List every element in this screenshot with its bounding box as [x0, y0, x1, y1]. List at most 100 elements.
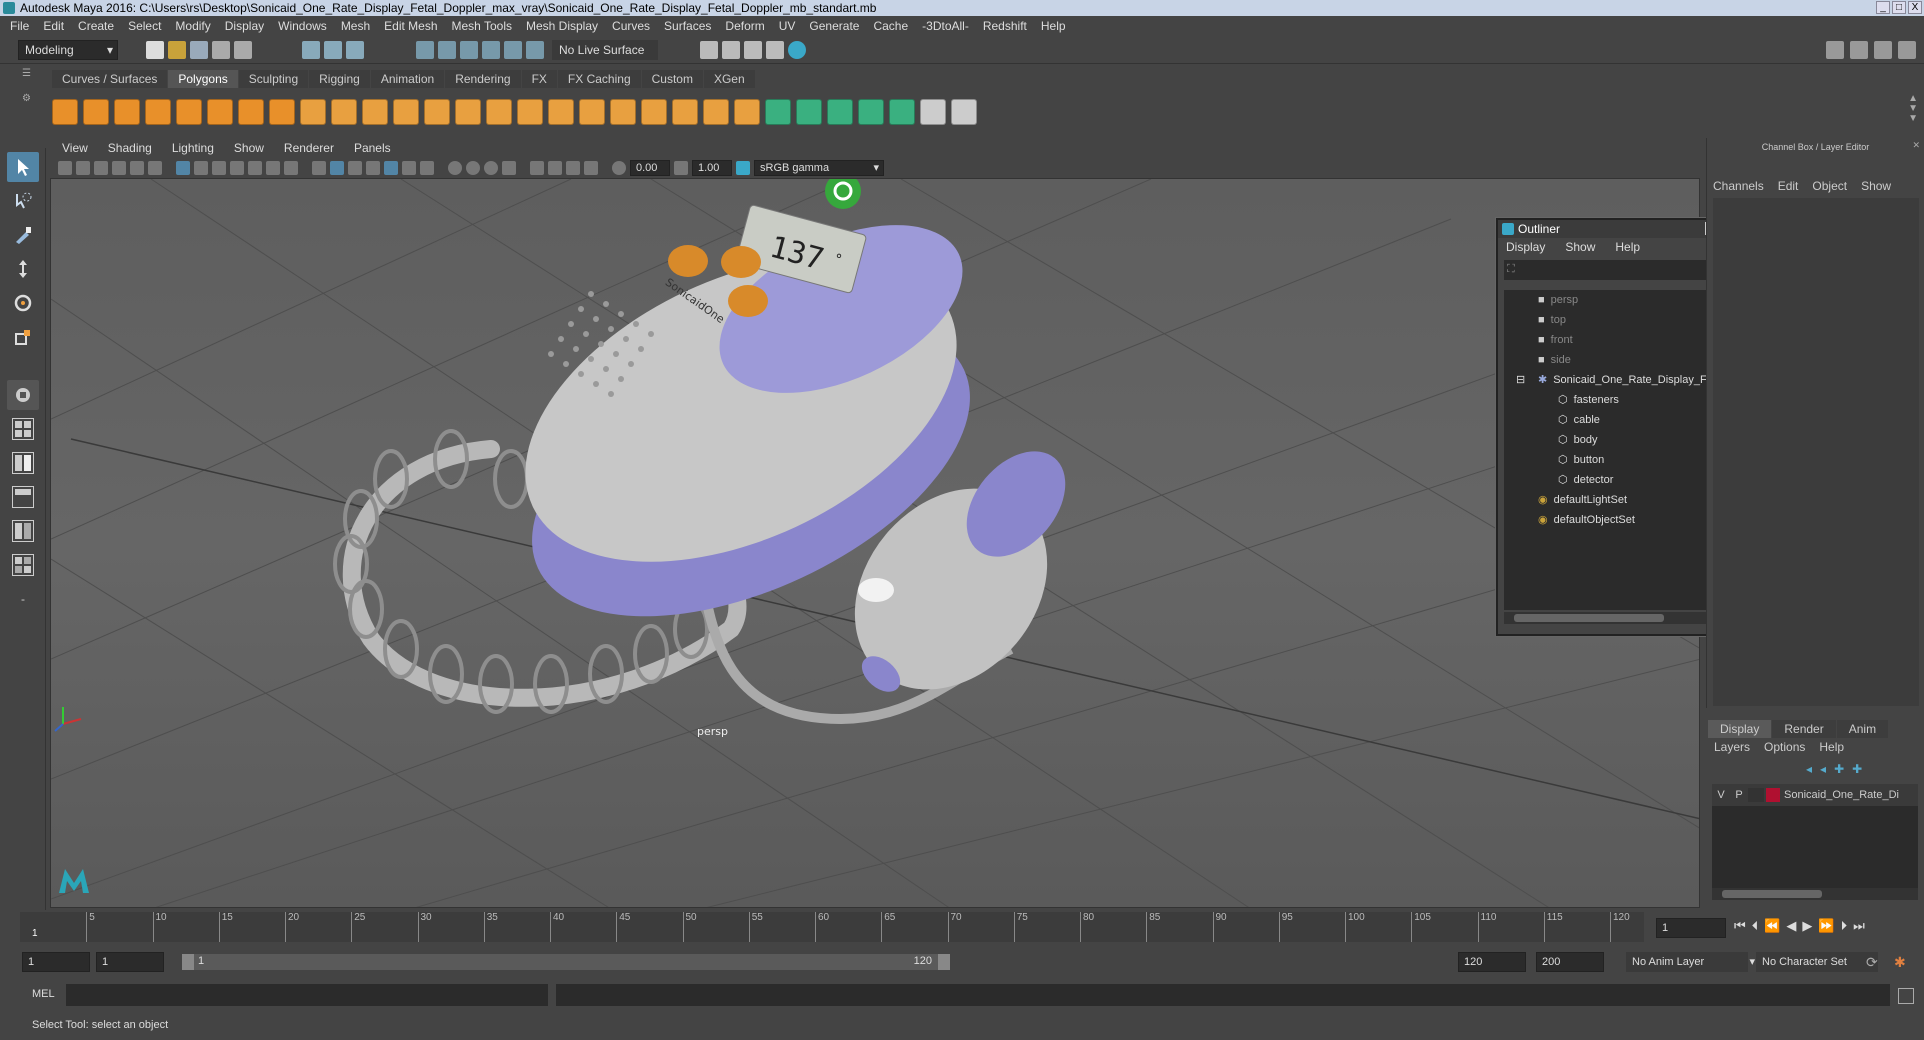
shelf-tab-animation[interactable]: Animation [370, 70, 445, 88]
layer-menu-help[interactable]: Help [1819, 740, 1844, 754]
move-layer-up-icon[interactable]: ◂ [1806, 762, 1812, 776]
shelf-tool-2-icon[interactable] [83, 99, 109, 125]
magnet-icon[interactable] [526, 41, 544, 59]
save-scene-icon[interactable] [190, 41, 208, 59]
channel-box-menu-channels[interactable]: Channels [1713, 179, 1764, 193]
perspective-viewport[interactable]: 137 ° SonicaidOne persp [50, 178, 1700, 908]
script-editor-icon[interactable] [1898, 988, 1914, 1004]
shelf-tool-13-icon[interactable] [424, 99, 450, 125]
playback-start-field[interactable]: 1 [96, 952, 164, 972]
command-language-label[interactable]: MEL [32, 988, 55, 1000]
shelf-tab-xgen[interactable]: XGen [703, 70, 755, 88]
redo-icon[interactable] [234, 41, 252, 59]
render-view-icon[interactable] [700, 41, 718, 59]
snap-surface-icon[interactable] [504, 41, 522, 59]
shelf-settings-icon[interactable]: ⚙ [22, 93, 36, 104]
minimize-button[interactable]: _ [1876, 1, 1890, 14]
snap-point-icon[interactable] [460, 41, 478, 59]
channel-box-icon[interactable] [1898, 41, 1916, 59]
single-pane-layout-icon[interactable] [7, 414, 39, 444]
shelf-tool-9-icon[interactable] [300, 99, 326, 125]
panel-close-icon[interactable]: ✕ [1912, 140, 1920, 151]
shelf-tool-28-icon[interactable] [889, 99, 915, 125]
step-back-key-icon[interactable]: ⏴ [1752, 918, 1759, 934]
shelf-tool-14-icon[interactable] [455, 99, 481, 125]
close-button[interactable]: X [1908, 1, 1922, 14]
shelf-tool-6-icon[interactable] [207, 99, 233, 125]
smooth-shade-icon[interactable] [330, 161, 344, 175]
new-layer-icon[interactable]: ✚ [1834, 762, 1844, 776]
shelf-tab-rendering[interactable]: Rendering [445, 70, 521, 88]
graph-layout-icon[interactable] [7, 516, 39, 546]
shelf-tool-1-icon[interactable] [52, 99, 78, 125]
open-scene-icon[interactable] [168, 41, 186, 59]
use-lights-icon[interactable] [402, 161, 416, 175]
undo-icon[interactable] [212, 41, 230, 59]
layer-horizontal-scrollbar[interactable] [1712, 888, 1918, 900]
shelf-tab-custom[interactable]: Custom [641, 70, 703, 88]
safe-title-icon[interactable] [284, 161, 298, 175]
menu-mesh-display[interactable]: Mesh Display [526, 19, 598, 33]
range-start-handle[interactable] [182, 954, 194, 970]
shelf-tab-rigging[interactable]: Rigging [309, 70, 370, 88]
more-layouts-icon[interactable]: - [7, 584, 39, 614]
menu-create[interactable]: Create [78, 19, 114, 33]
two-pane-layout-icon[interactable] [7, 448, 39, 478]
menu-3dtoall[interactable]: -3DtoAll- [922, 19, 969, 33]
shelf-tool-11-icon[interactable] [362, 99, 388, 125]
playback-end-field[interactable]: 120 [1458, 952, 1526, 972]
scale-tool-icon[interactable] [7, 322, 39, 352]
go-to-start-icon[interactable]: ⏮ [1734, 918, 1746, 934]
move-layer-down-icon[interactable]: ◂ [1820, 762, 1826, 776]
menu-uv[interactable]: UV [779, 19, 796, 33]
image-plane-icon[interactable] [112, 161, 126, 175]
shelf-tool-22-icon[interactable] [703, 99, 729, 125]
viewport-menu-panels[interactable]: Panels [354, 141, 391, 155]
menu-edit-mesh[interactable]: Edit Mesh [384, 19, 437, 33]
shelf-tool-26-icon[interactable] [827, 99, 853, 125]
snap-grid-icon[interactable] [416, 41, 434, 59]
shelf-tab-fx-caching[interactable]: FX Caching [557, 70, 641, 88]
shelf-tool-25-icon[interactable] [796, 99, 822, 125]
go-to-end-icon[interactable]: ⏭ [1853, 918, 1865, 934]
play-forward-icon[interactable]: ▶ [1802, 918, 1812, 934]
menu-modify[interactable]: Modify [175, 19, 210, 33]
shelf-tool-21-icon[interactable] [672, 99, 698, 125]
shelf-menu-icon[interactable]: ☰ [22, 68, 36, 79]
shelf-tool-24-icon[interactable] [765, 99, 791, 125]
textured-icon[interactable] [366, 161, 380, 175]
collapse-icon[interactable]: ⊟ [1516, 370, 1525, 390]
layer-tab-render[interactable]: Render [1772, 720, 1836, 738]
camera-select-icon[interactable] [58, 161, 72, 175]
menu-redshift[interactable]: Redshift [983, 19, 1027, 33]
time-slider-track[interactable]: 5 10 15 20 25 30 35 40 45 50 55 60 65 70 75 80 85 90 95 100… [20, 912, 1644, 942]
pan-zoom-icon[interactable] [130, 161, 144, 175]
menu-select[interactable]: Select [128, 19, 161, 33]
shelf-tool-8-icon[interactable] [269, 99, 295, 125]
layer-tab-anim[interactable]: Anim [1836, 720, 1889, 738]
xray-active-icon[interactable] [566, 161, 580, 175]
shelf-tool-7-icon[interactable] [238, 99, 264, 125]
shelf-tool-23-icon[interactable] [734, 99, 760, 125]
time-slider[interactable]: 5 10 15 20 25 30 35 40 45 50 55 60 65 70 75 80 85 90 95 100… [0, 910, 1924, 946]
viewport-menu-renderer[interactable]: Renderer [284, 141, 334, 155]
gamma-field[interactable]: 1.00 [692, 160, 732, 176]
shelf-tool-19-icon[interactable] [610, 99, 636, 125]
shelf-tab-curves-surfaces[interactable]: Curves / Surfaces [52, 70, 168, 88]
layer-tab-display[interactable]: Display [1708, 720, 1772, 738]
layer-row[interactable]: V P Sonicaid_One_Rate_Di [1712, 784, 1918, 806]
outliner-menu-help[interactable]: Help [1615, 240, 1640, 254]
tool-settings-icon[interactable] [1874, 41, 1892, 59]
outliner-menu-display[interactable]: Display [1506, 240, 1545, 254]
range-end-handle[interactable] [938, 954, 950, 970]
gate-mask-icon[interactable] [230, 161, 244, 175]
safe-action-icon[interactable] [266, 161, 280, 175]
select-component-icon[interactable] [346, 41, 364, 59]
viewport-menu-show[interactable]: Show [234, 141, 264, 155]
animation-end-field[interactable]: 200 [1536, 952, 1604, 972]
shelf-tool-29-icon[interactable] [920, 99, 946, 125]
layer-menu-options[interactable]: Options [1764, 740, 1805, 754]
live-surface-field[interactable]: No Live Surface [552, 40, 658, 60]
channel-box-menu-object[interactable]: Object [1812, 179, 1847, 193]
hypershade-layout-icon[interactable] [7, 550, 39, 580]
